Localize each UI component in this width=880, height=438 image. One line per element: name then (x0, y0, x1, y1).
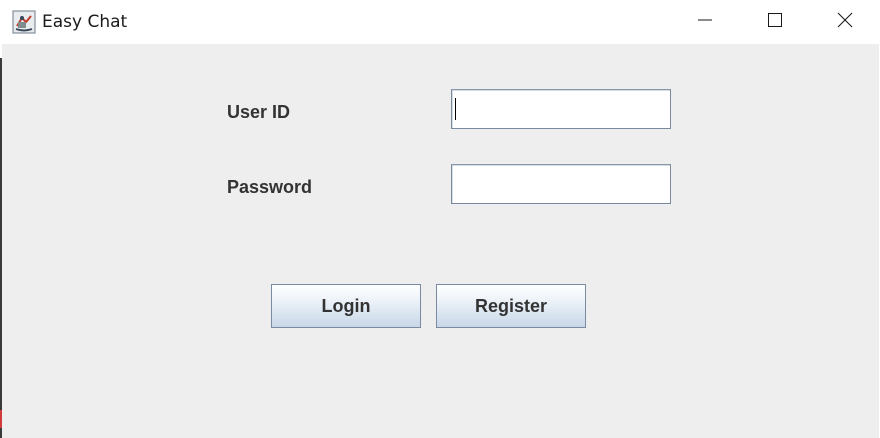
maximize-button[interactable] (740, 0, 810, 44)
window-title: Easy Chat (42, 12, 128, 32)
password-input[interactable] (451, 164, 671, 204)
title-bar[interactable]: Easy Chat (0, 0, 880, 44)
text-caret (455, 98, 456, 120)
register-button[interactable]: Register (436, 284, 586, 328)
maximize-icon (767, 12, 783, 32)
userid-label: User ID (227, 102, 291, 122)
close-button[interactable] (810, 0, 880, 44)
close-icon (837, 12, 853, 32)
login-panel: User ID Password Login Register (2, 44, 879, 438)
easy-chat-window: Easy Chat User ID Password Login Registe… (0, 0, 880, 438)
login-button[interactable]: Login (271, 284, 421, 328)
userid-input[interactable] (451, 89, 671, 129)
java-coffee-cup-icon (12, 10, 36, 34)
password-label: Password (227, 177, 313, 197)
minimize-icon (697, 12, 713, 32)
minimize-button[interactable] (670, 0, 740, 44)
